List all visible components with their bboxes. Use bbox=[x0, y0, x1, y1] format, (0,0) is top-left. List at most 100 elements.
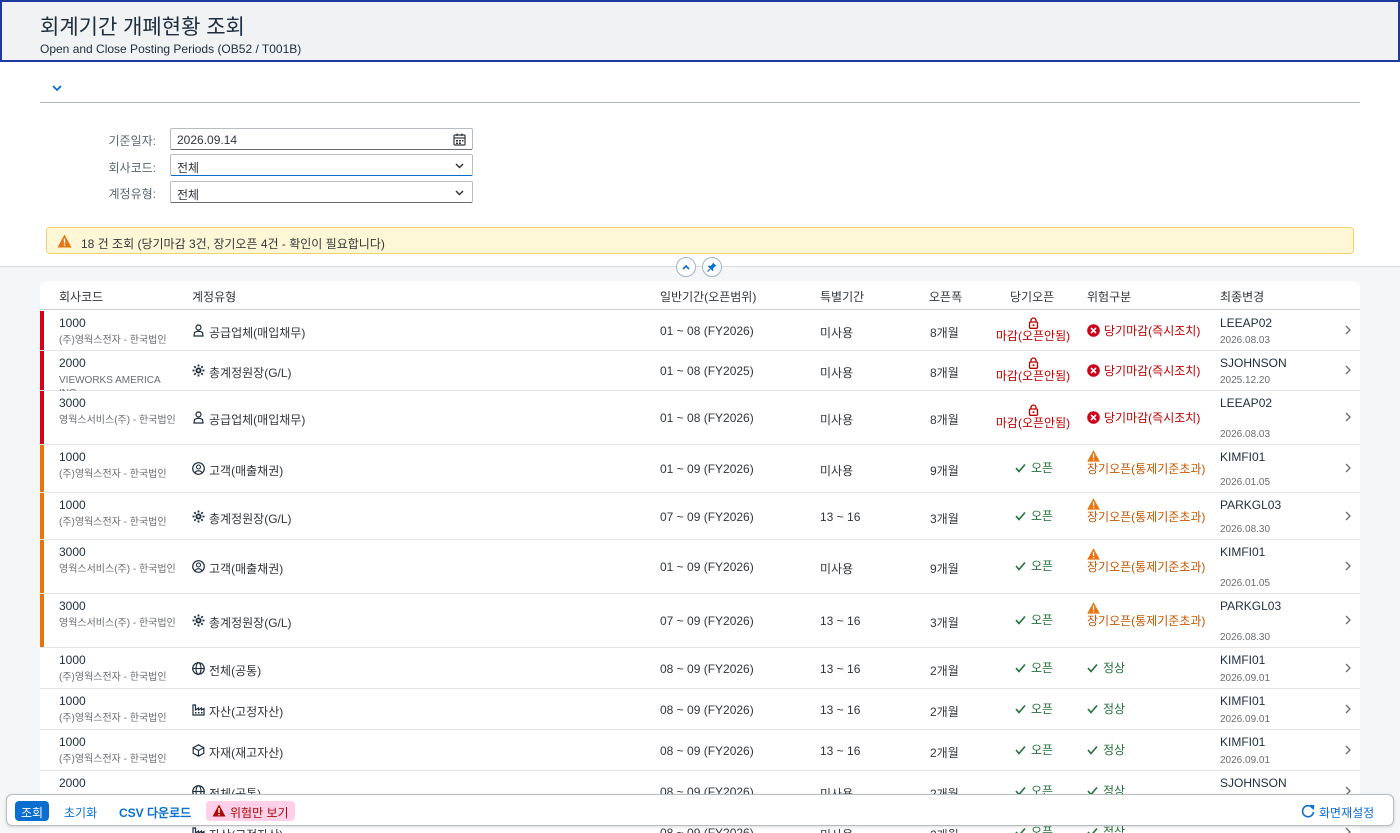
row-navigation-icon[interactable] bbox=[1344, 662, 1352, 677]
status-text: 오픈 bbox=[1031, 661, 1054, 675]
date-input[interactable]: 2026.09.14 bbox=[170, 128, 473, 150]
company-value: 전체 bbox=[177, 161, 200, 175]
account-type-label: 총계정원장(G/L) bbox=[209, 616, 292, 630]
risk-status: 장기오픈(통제기준초과) bbox=[1087, 602, 1209, 628]
row-navigation-icon[interactable] bbox=[1344, 411, 1352, 426]
last-changed-user: KIMFI01 bbox=[1220, 450, 1266, 464]
page-title: 회계기간 개폐현황 조회 bbox=[40, 16, 245, 39]
chevron-down-icon bbox=[455, 190, 464, 196]
risk-status: 당기마감(즉시조치) bbox=[1087, 411, 1209, 425]
warning-icon bbox=[1087, 450, 1100, 462]
col-company-code[interactable]: 회사코드 bbox=[59, 288, 103, 305]
table-row[interactable]: 3000 영웍스서비스(주) - 한국법인 총계정원장(G/L) 07 ~ 09 (F… bbox=[40, 594, 1360, 648]
header-collapse-row[interactable] bbox=[40, 78, 1360, 103]
table-row[interactable]: 3000 영웍스서비스(주) - 한국법인 고객(매출채권) 01 ~ 09 (FY2… bbox=[40, 540, 1360, 594]
row-highlight bbox=[40, 445, 44, 492]
row-highlight bbox=[40, 493, 44, 539]
last-changed-user: SJOHNSON bbox=[1220, 356, 1287, 370]
table-row[interactable]: 2000VIEWORKS AMERICA INC.총계정원장(G/L)01 ~ … bbox=[40, 351, 1360, 399]
csv-download-button[interactable]: CSV 다운로드 bbox=[113, 801, 197, 821]
row-highlight bbox=[40, 351, 44, 390]
row-navigation-icon[interactable] bbox=[1344, 614, 1352, 629]
normal-period: 01 ~ 09 (FY2026) bbox=[660, 462, 754, 476]
chevron-down-icon bbox=[455, 163, 464, 169]
risk-status: 정상 bbox=[1087, 744, 1209, 757]
normal-period: 08 ~ 09 (FY2026) bbox=[660, 662, 754, 676]
gear-icon bbox=[192, 614, 205, 627]
title-bar: 회계기간 개폐현황 조회 Open and Close Posting Peri… bbox=[0, 0, 1400, 62]
status-text: 오픈 bbox=[1031, 825, 1054, 833]
open-width: 2개월 bbox=[930, 705, 959, 719]
last-changed-date: 2026.09.01 bbox=[1220, 714, 1271, 725]
col-last-changed[interactable]: 최종변경 bbox=[1220, 288, 1264, 305]
check-icon bbox=[1015, 745, 1026, 755]
col-special-period[interactable]: 특별기간 bbox=[820, 288, 864, 305]
table-row[interactable]: 1000 (주)영웍스전자 - 한국법인 전체(공통) 08 ~ 09 (FY2026… bbox=[40, 648, 1360, 689]
box-icon bbox=[192, 744, 205, 757]
company-select[interactable]: 전체 bbox=[170, 154, 473, 176]
normal-period: 08 ~ 09 (FY2026) bbox=[660, 744, 754, 758]
last-changed-user: KIMFI01 bbox=[1220, 653, 1266, 667]
account-type-select[interactable]: 전체 bbox=[170, 181, 473, 203]
risk-text: 장기오픈(통제기준초과) bbox=[1087, 462, 1206, 476]
company-code: 1000 bbox=[59, 735, 86, 749]
check-icon bbox=[1015, 561, 1026, 571]
table-row[interactable]: 1000 (주)영웍스전자 - 한국법인 자재(재고자산) 08 ~ 09 (FY20… bbox=[40, 730, 1360, 771]
check-icon bbox=[1015, 704, 1026, 714]
risk-only-button[interactable]: 위험만 보기 bbox=[206, 801, 295, 821]
chevron-down-icon[interactable] bbox=[50, 81, 64, 95]
refresh-screen-button[interactable]: 화면재설정 bbox=[1297, 801, 1380, 821]
reset-button[interactable]: 초기화 bbox=[58, 801, 103, 821]
chevron-up-icon bbox=[682, 264, 690, 270]
row-navigation-icon[interactable] bbox=[1344, 324, 1352, 339]
factory-icon bbox=[192, 827, 205, 833]
company-code: 1000 bbox=[59, 316, 86, 330]
last-changed-user: SJOHNSON bbox=[1220, 776, 1287, 790]
table-row[interactable]: 3000 영웍스서비스(주) - 한국법인 공급업체(매입채무) 01 ~ 08 (F… bbox=[40, 391, 1360, 445]
table-row[interactable]: 1000 (주)영웍스전자 - 한국법인 고객(매출채권) 01 ~ 09 (FY20… bbox=[40, 445, 1360, 493]
current-open-status: 마감(오픈안됨) bbox=[988, 317, 1078, 343]
status-text: 오픈 bbox=[1031, 613, 1054, 627]
row-navigation-icon[interactable] bbox=[1344, 560, 1352, 575]
company-name: (주)영웍스전자 - 한국법인 bbox=[59, 335, 167, 346]
col-risk[interactable]: 위험구분 bbox=[1087, 288, 1131, 305]
row-navigation-icon[interactable] bbox=[1344, 364, 1352, 379]
table-row[interactable]: 1000 (주)영웍스전자 - 한국법인 자산(고정자산) 08 ~ 09 (FY20… bbox=[40, 689, 1360, 730]
last-changed-date: 2026.09.01 bbox=[1220, 673, 1271, 684]
globe-icon bbox=[192, 662, 205, 675]
special-period: 13 ~ 16 bbox=[820, 510, 861, 524]
last-changed-date: 2026.01.05 bbox=[1220, 477, 1271, 488]
row-navigation-icon[interactable] bbox=[1344, 510, 1352, 525]
table-row[interactable]: 1000 (주)영웍스전자 - 한국법인 총계정원장(G/L) 07 ~ 09 (FY… bbox=[40, 493, 1360, 540]
col-account-type[interactable]: 계정유형 bbox=[192, 288, 236, 305]
open-width: 2개월 bbox=[930, 664, 959, 678]
collapse-header-button[interactable] bbox=[676, 257, 696, 277]
row-highlight bbox=[40, 391, 44, 444]
last-changed-user: LEEAP02 bbox=[1220, 396, 1273, 410]
col-current-open[interactable]: 당기오픈 bbox=[1010, 288, 1054, 305]
row-navigation-icon[interactable] bbox=[1344, 462, 1352, 477]
special-period: 미사용 bbox=[820, 366, 854, 380]
pin-header-button[interactable] bbox=[702, 257, 722, 277]
col-normal-period[interactable]: 일반기간(오픈범위) bbox=[660, 288, 756, 305]
last-changed-date: 2026.08.03 bbox=[1220, 335, 1271, 346]
company-name: 영웍스서비스(주) - 한국법인 bbox=[59, 618, 176, 629]
filter-label-company: 회사코드: bbox=[108, 161, 157, 175]
table-row[interactable]: 1000 (주)영웍스전자 - 한국법인 공급업체(매입채무) 01 ~ 08 (FY… bbox=[40, 311, 1360, 351]
error-icon bbox=[1087, 324, 1100, 337]
row-navigation-icon[interactable] bbox=[1344, 826, 1352, 833]
open-width: 9개월 bbox=[930, 464, 959, 478]
row-navigation-icon[interactable] bbox=[1344, 744, 1352, 759]
row-navigation-icon[interactable] bbox=[1344, 703, 1352, 718]
warning-icon bbox=[1087, 498, 1100, 510]
last-changed-date: 2026.09.01 bbox=[1220, 755, 1271, 766]
error-icon bbox=[1087, 411, 1100, 424]
search-button[interactable]: 조회 bbox=[15, 801, 50, 821]
company-code: 1000 bbox=[59, 498, 86, 512]
special-period: 미사용 bbox=[820, 464, 854, 478]
calendar-icon[interactable] bbox=[453, 133, 466, 146]
risk-status: 장기오픈(통제기준초과) bbox=[1087, 498, 1209, 524]
risk-status: 장기오픈(통제기준초과) bbox=[1087, 450, 1209, 476]
col-open-width[interactable]: 오픈폭 bbox=[929, 288, 962, 305]
check-icon bbox=[1087, 745, 1098, 755]
